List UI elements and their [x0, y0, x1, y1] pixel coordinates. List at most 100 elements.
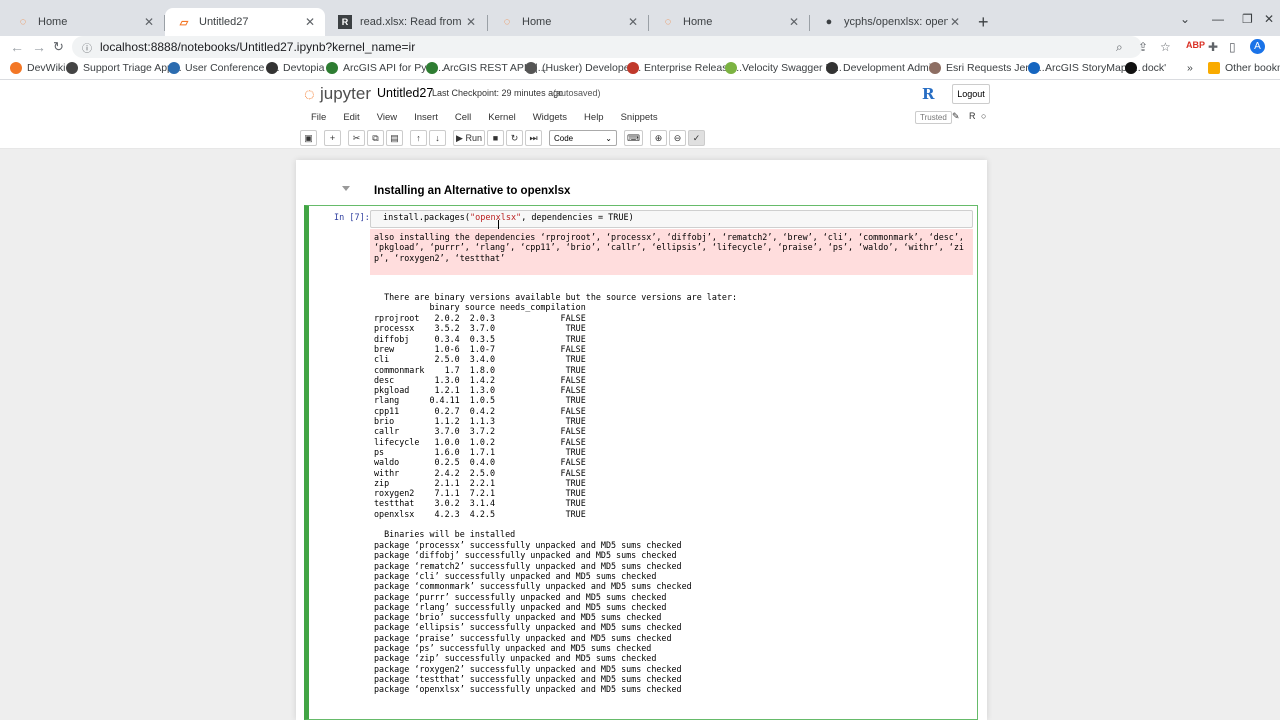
bookmark[interactable]: Support Triage App...	[66, 62, 182, 74]
table-row: pkgload 1.2.1 1.3.0 FALSE	[374, 385, 586, 396]
back-icon[interactable]: ←	[10, 39, 24, 55]
list-item: package ‘zip’ successfully unpacked and …	[374, 653, 657, 664]
bookmark[interactable]: Devtopia	[266, 62, 324, 74]
bookmark[interactable]: ArcGIS StoryMaps...	[1028, 62, 1141, 74]
browser-tab[interactable]: ◌ Home ✕	[488, 8, 648, 36]
notebook-name[interactable]: Untitled27	[377, 86, 433, 100]
list-item: package ‘purrr’ successfully unpacked an…	[374, 591, 667, 602]
trusted-badge[interactable]: Trusted	[915, 111, 952, 124]
close-icon[interactable]: ✕	[303, 15, 317, 29]
zoom-in-icon[interactable]: ⊕	[650, 130, 667, 146]
menu-snippets[interactable]: Snippets	[614, 110, 665, 125]
menu-edit[interactable]: Edit	[336, 110, 366, 125]
list-item: package ‘processx’ successfully unpacked…	[374, 540, 682, 550]
paste-icon[interactable]: ▤	[386, 130, 403, 146]
restart-run-all-icon[interactable]: ⏭	[525, 130, 542, 146]
save-icon[interactable]: ▣	[300, 130, 317, 146]
collapse-heading-icon[interactable]	[342, 186, 350, 191]
check-icon[interactable]: ✓	[688, 130, 705, 146]
list-item: package ‘diffobj’ successfully unpacked …	[374, 550, 677, 561]
share-icon[interactable]: ⇪	[1138, 40, 1148, 54]
minimize-icon[interactable]: —	[1212, 12, 1224, 26]
github-icon: ●	[825, 16, 833, 28]
checkpoint-status: Last Checkpoint: 29 minutes ago	[432, 88, 564, 98]
close-icon[interactable]: ✕	[464, 15, 478, 29]
adblock-icon[interactable]: ABP	[1186, 40, 1205, 50]
menu-widgets[interactable]: Widgets	[526, 110, 574, 125]
jupyter-logo[interactable]: ◌ jupyter	[304, 84, 371, 104]
notebook-toolbar: ▣ + ✂ ⧉ ▤ ↑ ↓ ▶ Run ■ ↻ ⏭ Code ⌄ ⌨ ⊕ ⊖ ✓	[300, 130, 707, 146]
tab-label: Home	[522, 16, 552, 28]
interrupt-icon[interactable]: ■	[487, 130, 504, 146]
bookmark[interactable]: User Conference -...	[168, 62, 280, 74]
star-icon[interactable]: ☆	[1160, 40, 1171, 54]
cut-icon[interactable]: ✂	[348, 130, 365, 146]
browser-tab[interactable]: ● ycphs/openxlsx: openxlsx - a fast ✕	[810, 8, 970, 36]
browser-tab[interactable]: ◌ Home ✕	[649, 8, 809, 36]
reload-icon[interactable]: ↻	[53, 39, 64, 55]
bookmark[interactable]: dock'	[1125, 62, 1166, 74]
move-down-icon[interactable]: ↓	[429, 130, 446, 146]
maximize-icon[interactable]: ❐	[1242, 12, 1253, 26]
bookmark[interactable]: Velocity Swagger D...	[725, 62, 842, 74]
bookmark[interactable]: Development Admi...	[826, 62, 940, 74]
tab-label: Home	[683, 16, 713, 28]
sidepanel-icon[interactable]: ▯	[1229, 40, 1236, 54]
info-icon[interactable]: ⓘ	[82, 40, 92, 55]
browser-tab[interactable]: R read.xlsx: Read from an Excel file ✕	[326, 8, 486, 36]
menu-kernel[interactable]: Kernel	[481, 110, 522, 125]
menu-cell[interactable]: Cell	[448, 110, 478, 125]
jupyter-icon: ◌	[19, 16, 27, 28]
run-button[interactable]: ▶ Run	[453, 130, 485, 146]
input-prompt: In [7]:	[334, 213, 370, 223]
zoom-icon[interactable]: ⌕	[1116, 40, 1123, 55]
tab-label: ycphs/openxlsx: openxlsx - a fast	[844, 16, 948, 28]
browser-tab[interactable]: ◌ Home ✕	[4, 8, 164, 36]
list-item: package ‘cli’ successfully unpacked and …	[374, 570, 657, 581]
table-row: brio 1.1.2 1.1.3 TRUE	[374, 416, 586, 426]
table-row: rlang 0.4.11 1.0.5 TRUE	[374, 395, 586, 406]
browser-tab-active[interactable]: ▱ Untitled27 ✕	[165, 8, 325, 36]
menu-view[interactable]: View	[370, 110, 404, 125]
output-line: There are binary versions available but …	[374, 292, 738, 302]
copy-icon[interactable]: ⧉	[367, 130, 384, 146]
output-line: Binaries will be installed	[374, 529, 516, 539]
restart-icon[interactable]: ↻	[506, 130, 523, 146]
table-row: roxygen2 7.1.1 7.2.1 TRUE	[374, 488, 586, 499]
code-input[interactable]: install.packages("openxlsx", dependencie…	[370, 210, 973, 228]
menu-help[interactable]: Help	[577, 110, 611, 125]
close-window-icon[interactable]: ✕	[1264, 12, 1274, 26]
list-item: package ‘ellipsis’ successfully unpacked…	[374, 622, 682, 633]
forward-icon[interactable]: →	[32, 39, 46, 55]
menu-file[interactable]: File	[304, 110, 333, 125]
avatar[interactable]: A	[1250, 39, 1265, 54]
cell-type-select[interactable]: Code ⌄	[549, 130, 617, 146]
table-row: diffobj 0.3.4 0.3.5 TRUE	[374, 333, 586, 344]
extensions-icon[interactable]: ✚	[1208, 40, 1218, 54]
zoom-out-icon[interactable]: ⊖	[669, 130, 686, 146]
edit-mode-icon: ✎	[952, 111, 960, 121]
bookmark-folder[interactable]: Other bookmarks	[1208, 62, 1280, 74]
table-row: lifecycle 1.0.0 1.0.2 FALSE	[374, 436, 586, 447]
more-bookmarks-icon[interactable]: »	[1187, 62, 1193, 74]
close-icon[interactable]: ✕	[626, 15, 640, 29]
close-icon[interactable]: ✕	[948, 15, 962, 29]
bookmark[interactable]: (Husker) Developer...	[525, 62, 641, 74]
stderr-output: also installing the dependencies ‘rprojr…	[370, 229, 973, 275]
url-field[interactable]: ⓘ localhost:8888/notebooks/Untitled27.ip…	[72, 36, 1142, 58]
close-icon[interactable]: ✕	[787, 15, 801, 29]
bookmark[interactable]: DevWiki	[10, 62, 66, 74]
list-item: package ‘rematch2’ successfully unpacked…	[374, 560, 682, 571]
jupyter-icon: ◌	[304, 84, 315, 104]
insert-cell-icon[interactable]: +	[324, 130, 341, 146]
close-icon[interactable]: ✕	[142, 15, 156, 29]
keyboard-icon[interactable]: ⌨	[624, 130, 643, 146]
tab-search-icon[interactable]: ⌄	[1180, 12, 1190, 26]
new-tab-icon[interactable]: +	[978, 12, 989, 33]
menu-insert[interactable]: Insert	[407, 110, 445, 125]
logout-button[interactable]: Logout	[952, 84, 990, 104]
list-item: package ‘commonmark’ successfully unpack…	[374, 581, 692, 592]
move-up-icon[interactable]: ↑	[410, 130, 427, 146]
table-row: callr 3.7.0 3.7.2 FALSE	[374, 426, 586, 437]
output-table-header: binary source needs_compilation	[374, 302, 586, 312]
